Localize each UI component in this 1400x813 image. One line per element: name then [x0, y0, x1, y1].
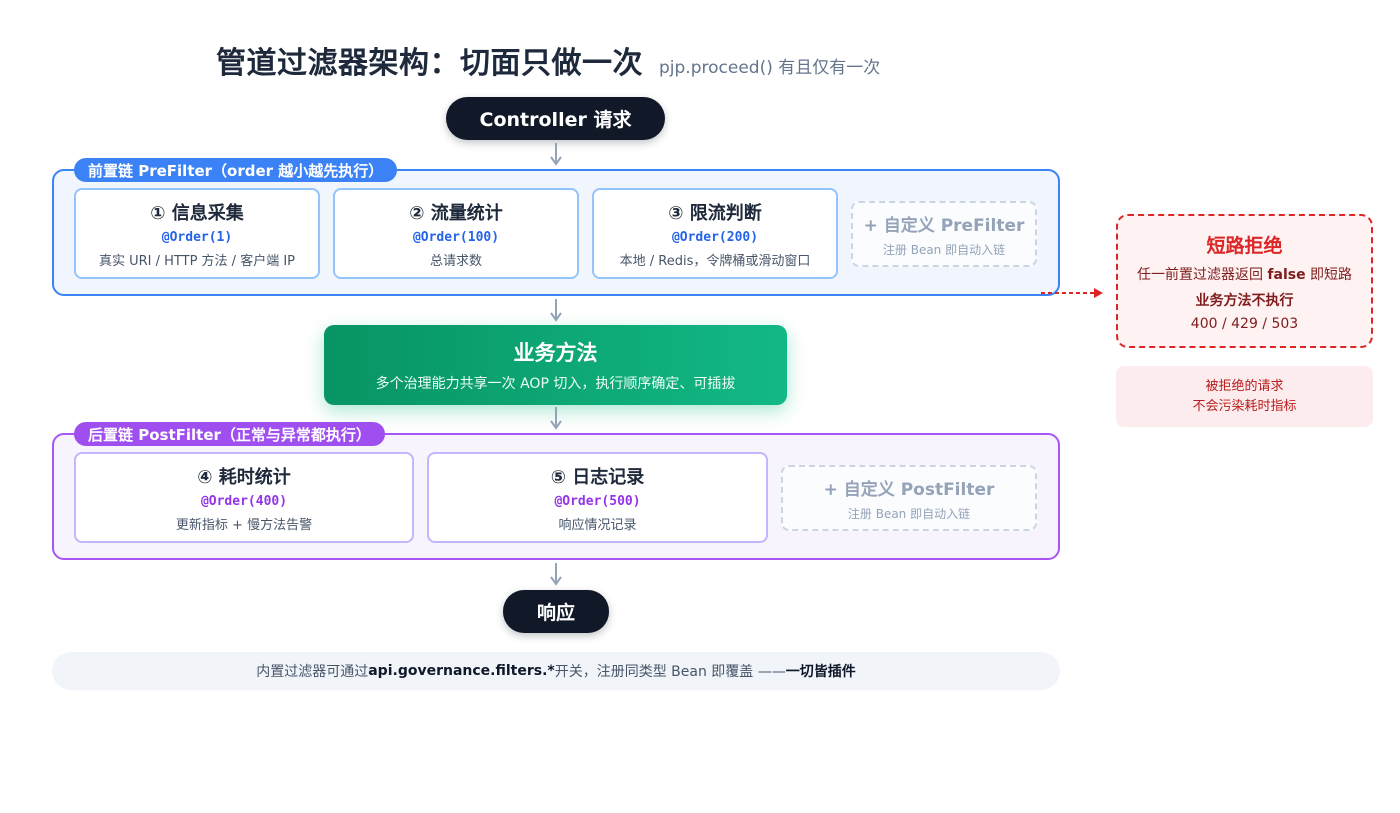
business-method-node: 业务方法 多个治理能力共享一次 AOP 切入，执行顺序确定、可插拔	[324, 325, 787, 405]
down-arrow-icon	[550, 299, 562, 322]
add-prefilter-title: + 自定义 PreFilter	[863, 215, 1025, 236]
card-desc: 更新指标 + 慢方法告警	[175, 517, 313, 533]
reject-title: 短路拒绝	[1206, 234, 1283, 257]
short-circuit-arrow-icon	[1041, 288, 1103, 298]
add-prefilter-placeholder: + 自定义 PreFilter 注册 Bean 即自动入链	[851, 201, 1037, 267]
business-method-desc: 多个治理能力共享一次 AOP 切入，执行顺序确定、可插拔	[375, 376, 736, 392]
down-arrow-icon	[550, 563, 562, 586]
add-postfilter-placeholder: + 自定义 PostFilter 注册 Bean 即自动入链	[781, 465, 1037, 531]
page-title: 管道过滤器架构：切面只做一次	[216, 46, 643, 81]
down-arrow-icon	[550, 407, 562, 430]
card-title: ② 流量统计	[409, 202, 503, 224]
business-method-title: 业务方法	[513, 341, 598, 365]
add-postfilter-sub: 注册 Bean 即自动入链	[847, 506, 971, 521]
reject-note: 被拒绝的请求 不会污染耗时指标	[1116, 366, 1373, 427]
reject-line-3: 400 / 429 / 503	[1190, 315, 1299, 332]
add-prefilter-sub: 注册 Bean 即自动入链	[882, 242, 1006, 257]
add-postfilter-title: + 自定义 PostFilter	[823, 479, 995, 500]
response-node: 响应	[503, 590, 609, 633]
reject-note-line-2: 不会污染耗时指标	[1192, 398, 1297, 414]
card-desc: 真实 URI / HTTP 方法 / 客户端 IP	[98, 253, 295, 269]
title-row: 管道过滤器架构：切面只做一次 pjp.proceed() 有且仅有一次	[216, 38, 880, 82]
card-desc: 总请求数	[429, 253, 482, 269]
card-order: @Order(1)	[161, 229, 233, 245]
down-arrow-icon	[550, 143, 562, 166]
short-circuit-reject-box: 短路拒绝 任一前置过滤器返回 false 即短路 业务方法不执行 400 / 4…	[1116, 214, 1373, 348]
card-order: @Order(200)	[671, 229, 759, 245]
reject-line-1: 任一前置过滤器返回 false 即短路	[1136, 266, 1353, 283]
prefilter-card-info-collect: ① 信息采集 @Order(1) 真实 URI / HTTP 方法 / 客户端 …	[74, 188, 320, 279]
footer-note: 内置过滤器可通过 api.governance.filters.* 开关，注册同…	[52, 652, 1060, 690]
controller-request-node: Controller 请求	[446, 97, 665, 140]
card-order: @Order(400)	[200, 493, 288, 509]
prefilter-card-rate-limit: ③ 限流判断 @Order(200) 本地 / Redis，令牌桶或滑动窗口	[592, 188, 838, 279]
prefilter-card-traffic-stats: ② 流量统计 @Order(100) 总请求数	[333, 188, 579, 279]
card-desc: 响应情况记录	[558, 517, 637, 533]
reject-line-2: 业务方法不执行	[1195, 292, 1294, 309]
card-title: ① 信息采集	[150, 202, 244, 224]
postfilter-chain-label: 后置链 PostFilter（正常与异常都执行）	[74, 422, 385, 446]
card-title: ④ 耗时统计	[197, 466, 291, 488]
page-subtitle: pjp.proceed() 有且仅有一次	[659, 58, 881, 78]
card-title: ③ 限流判断	[668, 202, 762, 224]
postfilter-card-logging: ⑤ 日志记录 @Order(500) 响应情况记录	[427, 452, 768, 543]
prefilter-chain-label: 前置链 PreFilter（order 越小越先执行）	[74, 158, 398, 182]
card-desc: 本地 / Redis，令牌桶或滑动窗口	[619, 253, 811, 269]
postfilter-card-timing: ④ 耗时统计 @Order(400) 更新指标 + 慢方法告警	[74, 452, 414, 543]
reject-note-line-1: 被拒绝的请求	[1205, 378, 1284, 394]
card-order: @Order(100)	[412, 229, 500, 245]
card-title: ⑤ 日志记录	[550, 466, 645, 488]
card-order: @Order(500)	[554, 493, 641, 509]
